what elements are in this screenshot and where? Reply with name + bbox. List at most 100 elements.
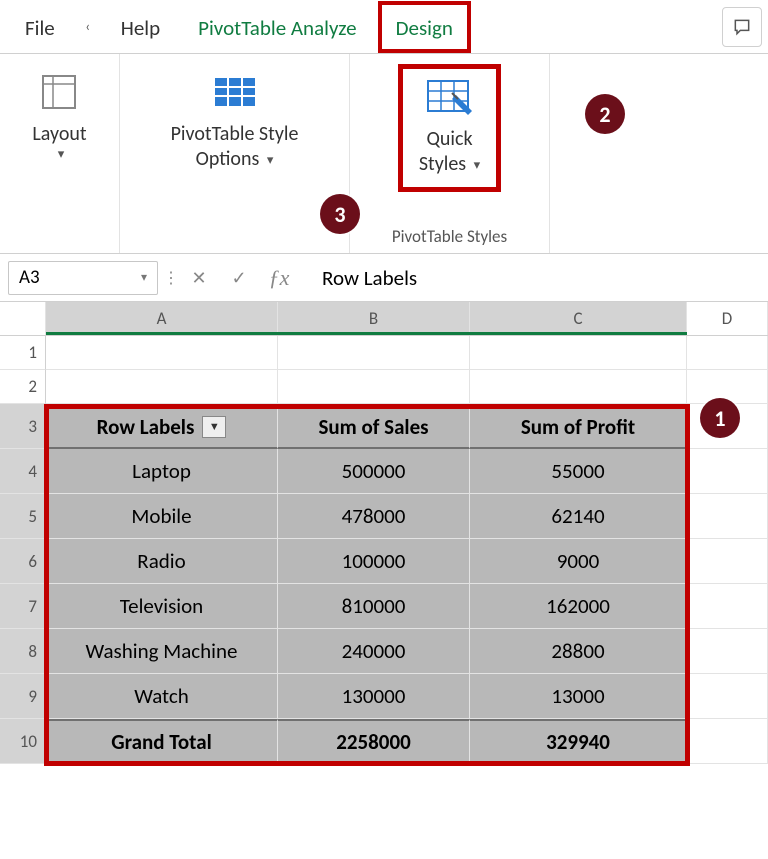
ribbon-tabs: File ‹ Help PivotTable Analyze Design [0, 0, 768, 54]
pivot-total-value[interactable]: 2258000 [278, 719, 470, 764]
col-header-A[interactable]: A [46, 302, 278, 335]
row-header-5[interactable]: 5 [0, 494, 46, 539]
quick-styles-menu[interactable]: Quick Styles ▾ [407, 69, 492, 187]
row-header-2[interactable]: 2 [0, 370, 46, 404]
cell[interactable] [687, 449, 768, 494]
row-header-6[interactable]: 6 [0, 539, 46, 584]
ribbon-group-layout: Layout ▾ [0, 54, 120, 253]
quick-styles-icon [426, 77, 474, 117]
pivot-row-labels-header[interactable]: Row Labels ▼ [46, 404, 278, 449]
pivot-data-row: Radio 100000 9000 [46, 539, 768, 584]
callout-badge-1: 1 [700, 398, 740, 438]
pivot-value[interactable]: 28800 [470, 629, 687, 674]
pivot-value[interactable]: 62140 [470, 494, 687, 539]
cell[interactable] [687, 539, 768, 584]
cell[interactable] [470, 336, 687, 370]
pivot-value[interactable]: 478000 [278, 494, 470, 539]
comment-icon [731, 17, 753, 37]
cell[interactable] [687, 336, 768, 370]
select-all-corner[interactable] [0, 302, 46, 335]
cell[interactable] [687, 719, 768, 764]
tab-help[interactable]: Help [104, 2, 177, 52]
filter-dropdown-button[interactable]: ▼ [202, 416, 226, 438]
pivot-header-row: Row Labels ▼ Sum of Sales Sum of Profit [46, 404, 768, 449]
pivot-value[interactable]: 130000 [278, 674, 470, 719]
style-options-line2: Options [196, 147, 260, 171]
column-headers: A B C D [0, 302, 768, 336]
name-box[interactable]: A3 ▾ [8, 261, 158, 295]
tab-design[interactable]: Design [378, 1, 471, 53]
row-header-7[interactable]: 7 [0, 584, 46, 629]
cell[interactable] [687, 674, 768, 719]
pivot-value[interactable]: 100000 [278, 539, 470, 584]
quick-styles-line1: Quick [426, 127, 472, 152]
accept-formula-button[interactable]: ✓ [224, 263, 254, 293]
chevron-down-icon: ▾ [141, 270, 147, 285]
tab-pivottable-analyze[interactable]: PivotTable Analyze [181, 2, 373, 52]
style-options-line1: PivotTable Style [171, 122, 299, 147]
pivot-value[interactable]: 162000 [470, 584, 687, 629]
insert-function-button[interactable]: ƒx [264, 263, 294, 293]
pivot-label[interactable]: Television [46, 584, 278, 629]
col-header-D[interactable]: D [687, 302, 768, 335]
cell[interactable] [278, 336, 470, 370]
chevron-down-icon: ▾ [58, 147, 65, 163]
chevron-down-icon: ▾ [474, 158, 481, 173]
pivot-sum-sales-header[interactable]: Sum of Sales [278, 404, 470, 449]
pivot-label[interactable]: Watch [46, 674, 278, 719]
tab-file[interactable]: File [8, 2, 72, 52]
pivot-label[interactable]: Washing Machine [46, 629, 278, 674]
cell[interactable] [470, 370, 687, 404]
layout-menu[interactable]: Layout ▾ [20, 64, 98, 173]
formula-bar: A3 ▾ ⋮ ✕ ✓ ƒx Row Labels [0, 254, 768, 302]
formula-content[interactable]: Row Labels [304, 265, 760, 291]
layout-label: Layout [32, 122, 86, 147]
row-header-10[interactable]: 10 [0, 719, 46, 764]
table-row [46, 370, 768, 404]
row-header-8[interactable]: 8 [0, 629, 46, 674]
pivot-label[interactable]: Radio [46, 539, 278, 584]
pivot-total-row: Grand Total 2258000 329940 [46, 719, 768, 764]
col-header-C[interactable]: C [470, 302, 687, 335]
pivot-label[interactable]: Laptop [46, 449, 278, 494]
cell[interactable] [687, 584, 768, 629]
pivot-value[interactable]: 500000 [278, 449, 470, 494]
layout-icon [35, 72, 83, 112]
pivot-value[interactable]: 55000 [470, 449, 687, 494]
quick-styles-highlight: Quick Styles ▾ [398, 64, 501, 192]
header-text: Row Labels [97, 414, 195, 440]
pivot-value[interactable]: 9000 [470, 539, 687, 584]
pivot-sum-profit-header[interactable]: Sum of Profit [470, 404, 687, 449]
pivot-value[interactable]: 810000 [278, 584, 470, 629]
pivot-value[interactable]: 13000 [470, 674, 687, 719]
cell[interactable] [687, 629, 768, 674]
group-label-styles: PivotTable Styles [350, 226, 549, 247]
cell[interactable] [687, 494, 768, 539]
row-header-3[interactable]: 3 [0, 404, 46, 449]
cell[interactable] [46, 370, 278, 404]
pivot-data-row: Washing Machine 240000 28800 [46, 629, 768, 674]
comments-button[interactable] [722, 7, 762, 47]
cancel-formula-button[interactable]: ✕ [184, 263, 214, 293]
cell[interactable] [46, 336, 278, 370]
pivot-data-row: Laptop 500000 55000 [46, 449, 768, 494]
pivot-data-row: Mobile 478000 62140 [46, 494, 768, 539]
name-box-value: A3 [19, 266, 40, 289]
callout-badge-2: 2 [585, 94, 625, 134]
row-header-4[interactable]: 4 [0, 449, 46, 494]
pivottable-style-options-menu[interactable]: PivotTable Style Options ▾ [159, 64, 311, 182]
table-options-icon [211, 72, 259, 112]
pivot-total-label[interactable]: Grand Total [46, 719, 278, 764]
col-header-B[interactable]: B [278, 302, 470, 335]
row-header-1[interactable]: 1 [0, 336, 46, 370]
pivot-data-row: Television 810000 162000 [46, 584, 768, 629]
worksheet: A B C D 1 2 3 4 5 6 7 8 9 10 [0, 302, 768, 764]
tab-scroll-left[interactable]: ‹ [74, 7, 102, 47]
row-header-9[interactable]: 9 [0, 674, 46, 719]
ribbon-group-style-options: PivotTable Style Options ▾ 3 [120, 54, 350, 253]
pivot-value[interactable]: 240000 [278, 629, 470, 674]
pivot-label[interactable]: Mobile [46, 494, 278, 539]
cell[interactable] [278, 370, 470, 404]
pivot-total-value[interactable]: 329940 [470, 719, 687, 764]
chevron-down-icon: ▾ [267, 153, 274, 168]
